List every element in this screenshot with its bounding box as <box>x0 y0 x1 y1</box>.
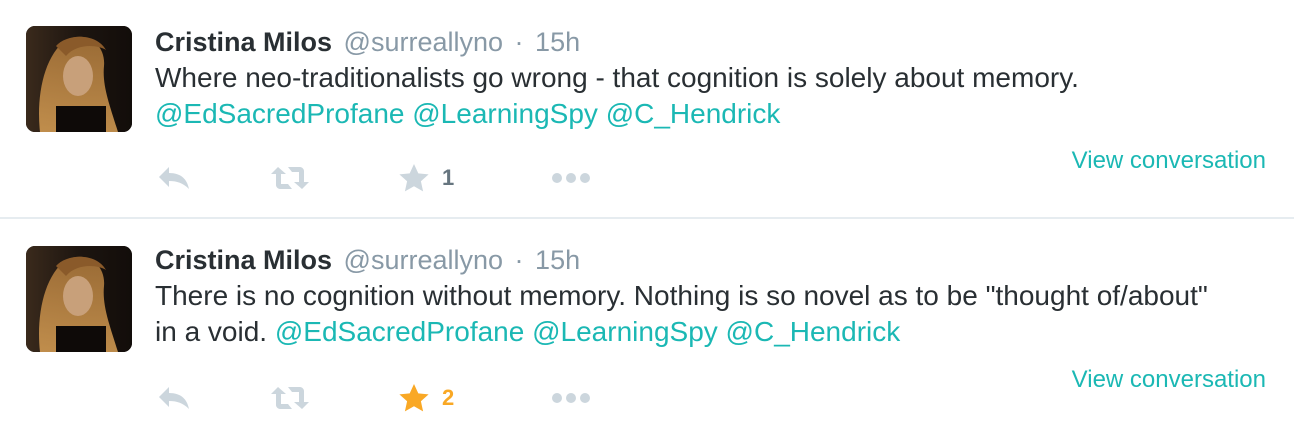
favorite-button[interactable]: 2 <box>398 378 454 418</box>
tweet-actions: 1 <box>155 158 655 198</box>
star-icon <box>398 163 430 193</box>
tweet-header: Cristina Milos @surreallyno · 15h <box>155 24 580 60</box>
tweet-header: Cristina Milos @surreallyno · 15h <box>155 242 580 278</box>
mention-link[interactable]: @EdSacredProfane <box>155 98 404 129</box>
favorite-count: 2 <box>442 385 455 410</box>
star-icon <box>398 383 430 413</box>
retweet-button[interactable] <box>270 378 310 418</box>
mention-link[interactable]: @C_Hendrick <box>606 98 781 129</box>
author-name[interactable]: Cristina Milos <box>155 27 332 57</box>
retweet-icon <box>270 385 310 411</box>
view-conversation-link[interactable]: View conversation <box>1072 364 1266 396</box>
separator-dot: · <box>514 245 524 275</box>
more-dots-icon <box>551 392 591 404</box>
avatar[interactable] <box>26 246 132 352</box>
tweet-text: Where neo-traditionalists go wrong - tha… <box>155 60 1235 132</box>
retweet-button[interactable] <box>270 158 310 198</box>
reply-icon <box>157 165 191 191</box>
tweet-actions: 2 <box>155 378 655 418</box>
tweet[interactable]: Cristina Milos @surreallyno · 15h There … <box>0 219 1294 438</box>
more-dots-icon <box>551 172 591 184</box>
reply-icon <box>157 385 191 411</box>
mention-link[interactable]: @LearningSpy <box>532 316 718 347</box>
more-options-button[interactable] <box>551 378 591 418</box>
separator-dot: · <box>514 27 524 57</box>
mention-link[interactable]: @LearningSpy <box>412 98 598 129</box>
more-options-button[interactable] <box>551 158 591 198</box>
tweet-body: Where neo-traditionalists go wrong - tha… <box>155 62 1079 93</box>
author-name[interactable]: Cristina Milos <box>155 245 332 275</box>
retweet-icon <box>270 165 310 191</box>
reply-button[interactable] <box>157 378 191 418</box>
author-handle[interactable]: @surreallyno <box>344 27 503 57</box>
tweet-text: There is no cognition without memory. No… <box>155 278 1235 350</box>
timestamp[interactable]: 15h <box>535 27 580 57</box>
favorite-button[interactable]: 1 <box>398 158 454 198</box>
avatar[interactable] <box>26 26 132 132</box>
mention-link[interactable]: @C_Hendrick <box>726 316 901 347</box>
view-conversation-link[interactable]: View conversation <box>1072 145 1266 177</box>
mention-link[interactable]: @EdSacredProfane <box>275 316 524 347</box>
tweet[interactable]: Cristina Milos @surreallyno · 15h Where … <box>0 0 1294 218</box>
author-handle[interactable]: @surreallyno <box>344 245 503 275</box>
favorite-count: 1 <box>442 165 455 190</box>
timestamp[interactable]: 15h <box>535 245 580 275</box>
reply-button[interactable] <box>157 158 191 198</box>
